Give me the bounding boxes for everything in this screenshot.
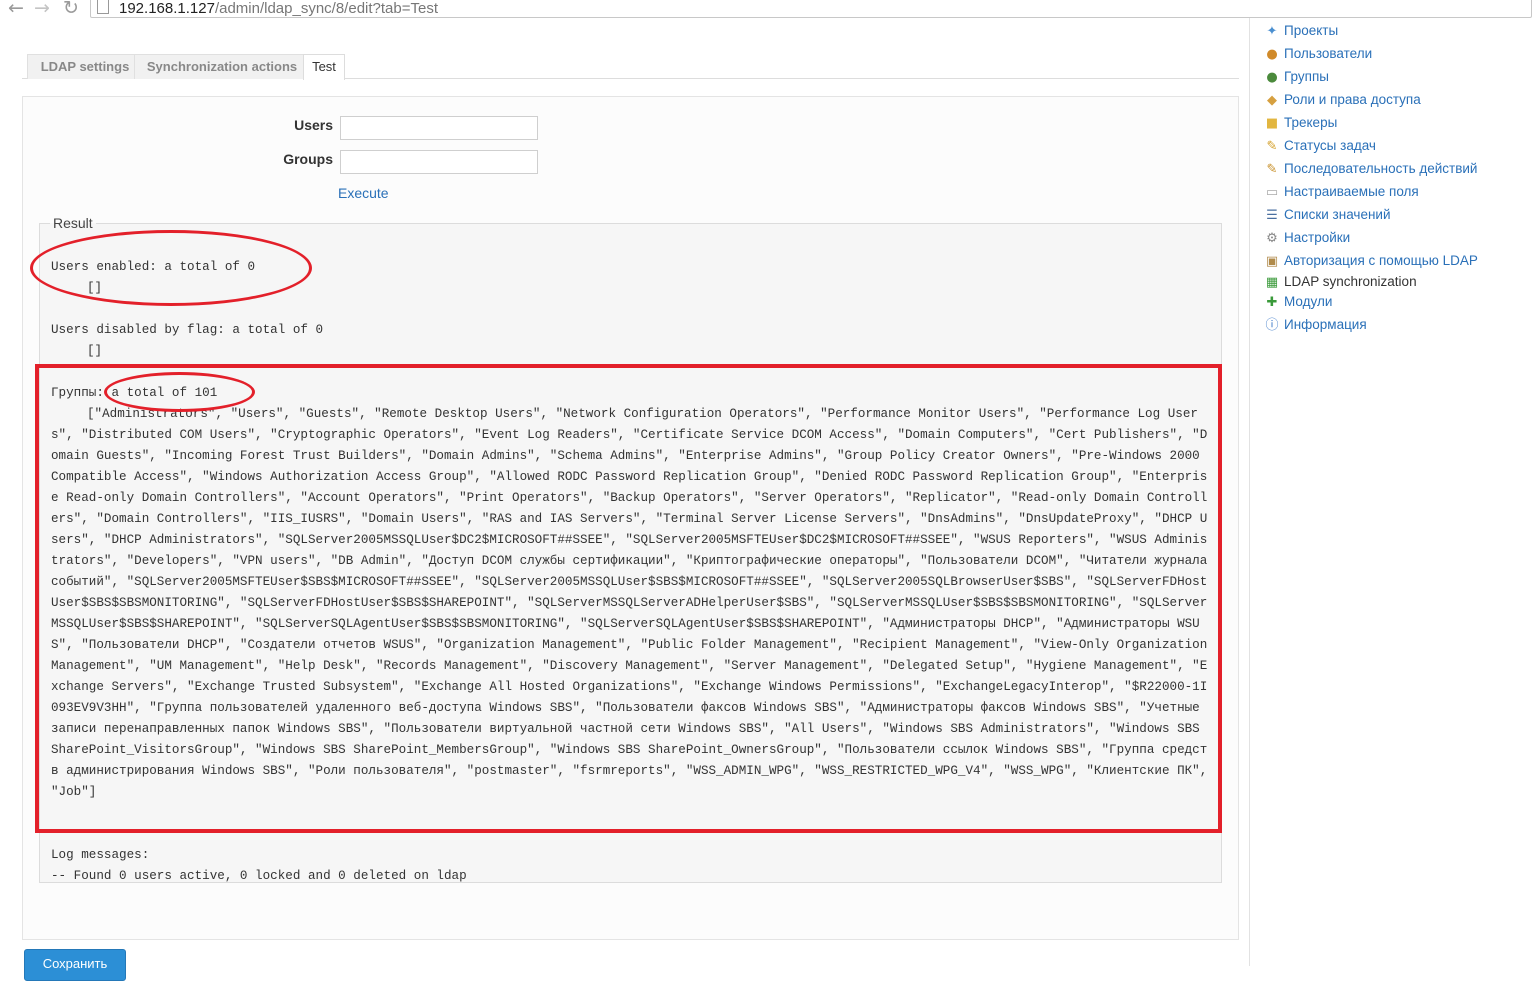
users-disabled-list: [] — [87, 344, 103, 358]
groups-icon: ● — [1266, 70, 1278, 85]
tab-test[interactable]: Test — [303, 54, 345, 80]
admin-sidebar: ✦ Проекты ● Пользователи ● Группы ◆ Роли и п… — [1249, 18, 1535, 966]
groups-input[interactable] — [340, 150, 538, 174]
sidebar-item-plugins[interactable]: ✚ Модули — [1267, 294, 1333, 314]
test-panel: Users Groups Execute Result Users enable… — [22, 96, 1239, 940]
users-input[interactable] — [340, 116, 538, 140]
forward-arrow-icon[interactable]: → — [34, 0, 50, 19]
result-fieldset: Result Users enabled: a total of 0 [] Us… — [39, 215, 1222, 883]
enumerations-icon: ☰ — [1266, 208, 1278, 223]
groups-list: ["Administrators", "Users", "Guests", "R… — [51, 404, 1213, 803]
sidebar-item-label: Пользователи — [1284, 46, 1373, 61]
roles-icon: ◆ — [1267, 93, 1277, 108]
trackers-icon: ■ — [1265, 116, 1279, 131]
groups-total: a total of 101 — [103, 386, 218, 400]
sidebar-item-label: Авторизация с помощью LDAP — [1284, 253, 1478, 268]
address-bar[interactable]: 192.168.1.127/admin/ldap_sync/8/edit?tab… — [90, 0, 1532, 18]
ldap-auth-icon: ▣ — [1265, 254, 1279, 269]
users-enabled-text: Users enabled: a total of 0 — [51, 260, 256, 274]
sidebar-item-label: Роли и права доступа — [1284, 92, 1421, 107]
groups-label: Groups — [283, 151, 333, 167]
sidebar-item-label: Группы — [1284, 69, 1329, 84]
sidebar-item-info[interactable]: ⓘ Информация — [1265, 317, 1367, 337]
sidebar-item-label: Настраиваемые поля — [1284, 184, 1419, 199]
sidebar-item-label: Списки значений — [1284, 207, 1391, 222]
browser-toolbar: ← → ↻ 192.168.1.127/admin/ldap_sync/8/ed… — [0, 0, 1535, 19]
sidebar-item-settings[interactable]: ⚙ Настройки — [1266, 230, 1351, 250]
execute-link[interactable]: Execute — [338, 185, 389, 201]
sidebar-item-groups[interactable]: ● Группы — [1266, 69, 1329, 89]
sidebar-item-label: Последовательность действий — [1284, 161, 1478, 176]
tab-ldap-settings[interactable]: LDAP settings — [27, 54, 143, 79]
users-disabled-text: Users disabled by flag: a total of 0 — [51, 323, 324, 337]
log-line: -- Found 0 users active, 0 locked and 0 … — [51, 869, 467, 883]
url-text: 192.168.1.127/admin/ldap_sync/8/edit?tab… — [119, 0, 438, 17]
groups-heading: Группы: a total of 101 — [51, 383, 217, 404]
sidebar-item-label: Настройки — [1284, 230, 1351, 245]
sidebar-item-label: LDAP synchronization — [1284, 274, 1417, 289]
ldap-sync-icon: ▦ — [1265, 275, 1279, 290]
sidebar-item-label: Проекты — [1284, 23, 1339, 38]
plugins-icon: ✚ — [1266, 295, 1278, 310]
users-enabled-list: [] — [87, 281, 103, 295]
groups-prefix: Группы: — [51, 386, 104, 400]
back-arrow-icon[interactable]: ← — [8, 0, 24, 19]
sidebar-item-issue-statuses[interactable]: ✎ Статусы задач — [1267, 138, 1376, 158]
page-icon — [97, 0, 109, 14]
log-title: Log messages: — [51, 848, 150, 862]
sidebar-item-roles[interactable]: ◆ Роли и права доступа — [1267, 92, 1421, 112]
sidebar-item-label: Модули — [1284, 294, 1333, 309]
sidebar-item-workflow[interactable]: ✎ Последовательность действий — [1267, 161, 1478, 181]
projects-icon: ✦ — [1266, 24, 1278, 39]
sidebar-item-label: Информация — [1284, 317, 1367, 332]
sidebar-item-users[interactable]: ● Пользователи — [1266, 46, 1373, 66]
sidebar-item-enumerations[interactable]: ☰ Списки значений — [1266, 207, 1391, 227]
settings-icon: ⚙ — [1266, 231, 1278, 246]
workflow-icon: ✎ — [1266, 162, 1278, 177]
sidebar-item-projects[interactable]: ✦ Проекты — [1267, 23, 1339, 43]
info-icon: ⓘ — [1265, 318, 1279, 333]
url-host: 192.168.1.127 — [119, 0, 215, 17]
issue-statuses-icon: ✎ — [1266, 139, 1278, 154]
save-button[interactable]: Сохранить — [24, 949, 126, 981]
reload-icon[interactable]: ↻ — [63, 0, 79, 19]
sidebar-item-trackers[interactable]: ■ Трекеры — [1266, 115, 1338, 135]
url-path: /admin/ldap_sync/8/edit?tab=Test — [214, 0, 438, 17]
tab-synchronization-actions[interactable]: Synchronization actions — [134, 54, 310, 79]
sidebar-item-label: Статусы задач — [1284, 138, 1376, 153]
custom-fields-icon: ▭ — [1265, 185, 1279, 200]
sidebar-item-label: Трекеры — [1284, 115, 1338, 130]
groups-list-text: ["Administrators", "Users", "Guests", "R… — [51, 407, 1215, 799]
users-icon: ● — [1266, 47, 1278, 62]
sidebar-item-custom-fields[interactable]: ▭ Настраиваемые поля — [1266, 184, 1419, 204]
sidebar-item-ldap-auth[interactable]: ▣ Авторизация с помощью LDAP — [1266, 253, 1478, 273]
users-label: Users — [294, 117, 333, 133]
result-legend: Result — [53, 215, 93, 231]
tab-bar: LDAP settings Synchronization actions Te… — [22, 52, 1239, 80]
sidebar-item-ldap-sync[interactable]: ▦ LDAP synchronization — [1266, 274, 1417, 294]
